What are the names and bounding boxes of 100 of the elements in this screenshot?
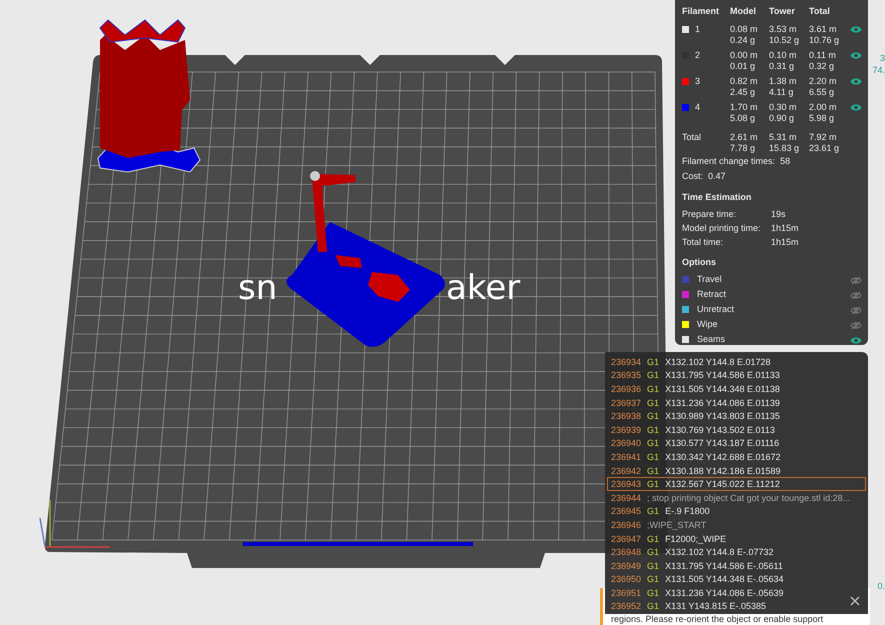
gcode-command: G1 <box>647 384 660 394</box>
eye-off-icon[interactable] <box>850 290 862 300</box>
gcode-arguments: X130.188 Y142.186 E.01589 <box>665 466 781 476</box>
gcode-line[interactable]: 236951 G1 X131.236 Y144.086 E-.05639 <box>607 586 866 600</box>
close-icon <box>848 594 862 608</box>
gcode-command: G1 <box>647 601 660 612</box>
gcode-command: G1 <box>647 452 660 462</box>
column-header: Model <box>730 5 757 18</box>
eye-icon[interactable] <box>850 25 862 34</box>
line-number: 236945 <box>611 506 642 516</box>
gcode-line[interactable]: 236945 G1 E-.9 F1800 <box>607 504 866 518</box>
warning-text: regions. Please re-orient the object or enable support <box>611 613 824 625</box>
gcode-command: G1 <box>647 466 660 476</box>
line-number: 236949 <box>611 560 642 571</box>
table-cell-text: 0.08 m 0.24 g <box>730 24 759 46</box>
gcode-comment: ;WIPE_START <box>647 520 706 530</box>
table-cell-text: 7.92 m 23.61 g <box>809 132 840 154</box>
gcode-line[interactable]: 236948 G1 X132.102 Y144.8 E-.07732 <box>607 545 866 559</box>
line-number: 236950 <box>611 574 642 584</box>
gcode-arguments: X132.567 Y145.022 E.11212 <box>665 479 780 490</box>
line-number: 236943 <box>611 479 642 490</box>
line-number: 236947 <box>611 534 642 544</box>
gcode-line[interactable]: 236947 G1 F12000;_WIPE <box>607 532 866 546</box>
gcode-command: G1 <box>647 424 660 435</box>
section-title: Time Estimation <box>682 191 752 204</box>
gcode-line[interactable]: 236935 G1 X131.795 Y144.586 E.01133 <box>607 368 866 382</box>
filament-id: 2 <box>695 50 700 61</box>
table-cell-text: 2.20 m 6.55 g <box>809 76 838 98</box>
cost-text: Cost: 0.47 <box>682 170 727 183</box>
edge-label: 3 <box>880 52 885 64</box>
line-number: 236936 <box>611 384 642 394</box>
gcode-line[interactable]: 236940 G1 X130.577 Y143.187 E.01116 <box>607 436 866 450</box>
filament-id: 4 <box>695 102 700 113</box>
gcode-line[interactable]: 236938 G1 X130.989 Y143.803 E.01135 <box>607 409 866 423</box>
total-label: Total <box>682 132 702 143</box>
gcode-arguments: X130.989 Y143.803 E.01135 <box>665 411 780 422</box>
gcode-command: G1 <box>647 534 660 544</box>
edge-label: 0. <box>877 580 885 592</box>
gcode-command: G1 <box>647 398 660 408</box>
filament-change-text: Filament change times: 58 <box>682 155 792 168</box>
option-label: Travel <box>697 273 723 286</box>
line-number: 236938 <box>611 411 642 422</box>
close-button[interactable] <box>848 594 862 608</box>
gcode-line[interactable]: 236937 G1 X131.236 Y144.086 E.01139 <box>607 396 866 410</box>
gcode-line[interactable]: 236939 G1 X130.769 Y143.502 E.0113 <box>607 422 866 437</box>
gcode-arguments: X130.577 Y143.187 E.01116 <box>665 438 780 448</box>
bed-logo-text: aker <box>446 268 520 308</box>
gcode-arguments: X131.236 Y144.086 E.01139 <box>665 398 780 408</box>
line-number: 236948 <box>611 547 642 558</box>
gcode-command: G1 <box>647 411 660 422</box>
eye-icon[interactable] <box>850 77 862 86</box>
gcode-line[interactable]: 236936 G1 X131.505 Y144.348 E.01138 <box>607 382 866 396</box>
gcode-line[interactable]: 236941 G1 X130.342 Y142.688 E.01672 <box>607 450 866 464</box>
gcode-arguments: X131.795 Y144.586 E.01133 <box>665 370 780 380</box>
filament-id: 1 <box>695 24 700 35</box>
eye-icon[interactable] <box>850 336 862 344</box>
gcode-line[interactable]: 236952 G1 X131 Y143.815 E-.05385 <box>607 600 866 614</box>
gcode-line[interactable]: 236944 ; stop printing object Cat got your tounge.stl id:28... <box>607 490 866 505</box>
eye-icon[interactable] <box>850 51 862 60</box>
gcode-line[interactable]: 236949 G1 X131.795 Y144.586 E-.05611 <box>607 558 866 572</box>
line-number: 236942 <box>611 466 642 476</box>
table-cell-text: 1.38 m 4.11 g <box>769 76 798 98</box>
gcode-arguments: X132.102 Y144.8 E.01728 <box>665 356 770 367</box>
line-number: 236951 <box>611 588 642 598</box>
eye-icon[interactable] <box>850 103 862 112</box>
eye-off-icon[interactable] <box>850 306 862 314</box>
gcode-line[interactable]: 236946 ;WIPE_START <box>607 518 866 532</box>
gcode-arguments: X131 Y143.815 E-.05385 <box>665 601 766 612</box>
line-number: 236944 <box>611 492 642 503</box>
gcode-line[interactable]: 236942 G1 X130.188 Y142.186 E.01589 <box>607 464 866 478</box>
time-label: Total time: <box>682 236 724 249</box>
table-cell-text: 1.70 m 5.08 g <box>730 102 759 124</box>
gcode-command: G1 <box>647 560 660 571</box>
line-number: 236940 <box>611 438 642 448</box>
option-label: Unretract <box>697 303 736 316</box>
gcode-arguments: E-.9 F1800 <box>665 506 710 516</box>
bed-logo-text: sn <box>238 268 278 308</box>
gcode-line[interactable]: 236934 G1 X132.102 Y144.8 E.01728 <box>607 355 866 369</box>
gcode-arguments: X131.505 Y144.348 E-.05634 <box>665 574 784 584</box>
gcode-command: G1 <box>647 356 660 367</box>
option-label: Retract <box>697 288 728 301</box>
table-cell-text: 3.61 m 10.76 g <box>809 24 840 46</box>
gcode-arguments: X130.769 Y143.502 E.0113 <box>665 424 775 435</box>
gcode-command: G1 <box>647 438 660 448</box>
line-number: 236939 <box>611 424 642 435</box>
table-cell-text: 0.11 m 0.32 g <box>809 50 837 72</box>
gcode-arguments: X131.795 Y144.586 E-.05611 <box>665 560 783 571</box>
column-header: Tower <box>769 5 796 18</box>
gcode-comment: ; stop printing object Cat got your tounge.stl id:28... <box>647 492 850 503</box>
gcode-arguments: X132.102 Y144.8 E-.07732 <box>665 547 774 558</box>
time-label: Model printing time: <box>682 222 762 235</box>
gcode-line[interactable]: 236950 G1 X131.505 Y144.348 E-.05634 <box>607 572 866 586</box>
eye-off-icon[interactable] <box>850 276 862 284</box>
eye-off-icon[interactable] <box>850 320 862 330</box>
gcode-arguments: F12000;_WIPE <box>665 534 726 544</box>
gcode-command: G1 <box>647 479 660 490</box>
time-label: Prepare time: <box>682 208 738 221</box>
table-cell-text: 2.61 m 7.78 g <box>730 132 759 154</box>
time-value: 19s <box>771 208 787 221</box>
gcode-arguments: X130.342 Y142.688 E.01672 <box>665 452 781 462</box>
